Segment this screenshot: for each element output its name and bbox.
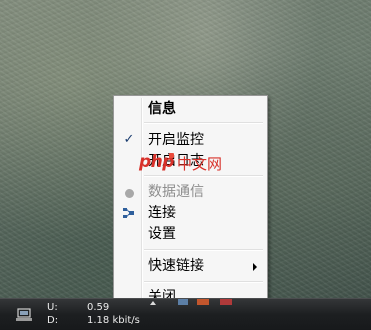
menu-item-connect[interactable]: 连接 [116, 203, 265, 224]
menu-separator [144, 281, 263, 283]
checkmark-icon: ✓ [123, 132, 135, 147]
download-label: D: [47, 315, 59, 326]
menu-item-label: 数据通信 [148, 184, 204, 200]
menu-item-label: 设置 [148, 226, 176, 242]
tray-context-menu: 信息 ✓ 开启监控 开启日志 数据通信 连接 设置 快速链接 关闭 [113, 95, 268, 311]
download-rate-value: 1.18 kbit/s [87, 315, 140, 326]
menu-separator [144, 175, 263, 177]
taskbar: U: D: 0.59 1.18 kbit/s [0, 298, 371, 330]
menu-item-start-log[interactable]: 开启日志 [116, 151, 265, 172]
tray-app-icon[interactable] [220, 299, 232, 305]
menu-item-info[interactable]: 信息 [116, 99, 265, 120]
menu-separator [144, 249, 263, 251]
menu-item-settings[interactable]: 设置 [116, 224, 265, 245]
upload-label: U: [47, 302, 58, 313]
menu-item-quick-links[interactable]: 快速链接 [116, 256, 265, 277]
menu-item-label: 开启日志 [148, 153, 204, 169]
menu-item-label: 连接 [148, 205, 176, 221]
gray-dot-icon [125, 189, 134, 198]
menu-item-label: 开启监控 [148, 132, 204, 148]
menu-item-label: 信息 [148, 101, 176, 117]
menu-separator [144, 122, 263, 124]
upload-rate-value: 0.59 [87, 302, 110, 313]
menu-item-data-communication: 数据通信 [116, 182, 265, 203]
submenu-arrow-icon [253, 263, 257, 271]
tray-app-icon[interactable] [178, 299, 188, 305]
menu-item-label: 快速链接 [148, 258, 204, 274]
network-meter-icon[interactable] [16, 307, 32, 321]
tray-expand-arrow-icon[interactable] [150, 301, 156, 305]
tray-app-icon[interactable] [197, 299, 209, 305]
menu-item-start-monitoring[interactable]: ✓ 开启监控 [116, 130, 265, 151]
network-connect-icon [122, 206, 136, 220]
